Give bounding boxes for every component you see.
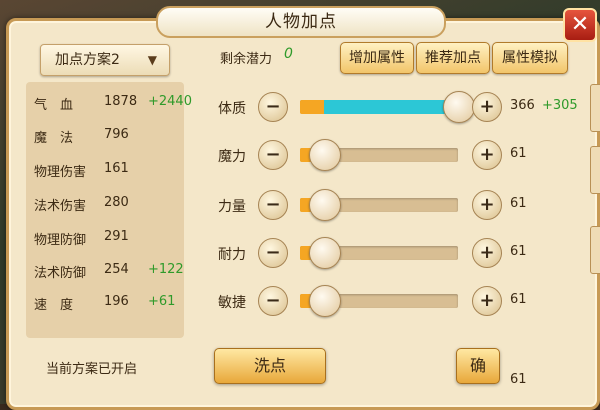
minus-button[interactable]: − [258, 286, 288, 316]
stat-row-phys-dmg: 物理伤害 161 [34, 161, 184, 181]
stat-bonus: +122 [148, 262, 184, 277]
stat-value: 1878 [104, 94, 138, 109]
side-tab-2[interactable] [590, 146, 600, 194]
close-button[interactable]: ✕ [563, 8, 597, 42]
attribute-slider[interactable] [300, 285, 458, 317]
stat-bonus: +2440 [148, 94, 192, 109]
plus-button[interactable]: + [472, 286, 502, 316]
stat-row-hp: 气 血 1878 +2440 [34, 94, 192, 114]
potential-label: 剩余潜力 [220, 52, 273, 67]
stat-name: 物理伤害 [34, 165, 87, 180]
attribute-value: 61 [510, 244, 527, 259]
attribute-name: 耐力 [218, 247, 246, 263]
stat-row-mp: 魔 法 796 [34, 127, 184, 147]
potential-value: 0 [284, 46, 293, 62]
extra-value: 61 [510, 372, 527, 387]
minus-button[interactable]: − [258, 190, 288, 220]
attribute-row-agility: 敏捷 − + 61 [216, 285, 586, 317]
stat-name: 物理防御 [34, 233, 87, 248]
confirm-button[interactable]: 确 [456, 348, 500, 384]
slider-added-fill [324, 100, 458, 114]
side-tab-3[interactable] [590, 226, 600, 274]
attribute-slider[interactable] [300, 139, 458, 171]
stat-value: 161 [104, 161, 129, 176]
attribute-bonus: +305 [542, 98, 578, 113]
attribute-row-constitution: 体质 − + 366 +305 [216, 91, 586, 123]
scheme-status: 当前方案已开启 [46, 362, 138, 377]
stat-row-phys-def: 物理防御 291 [34, 229, 184, 249]
attribute-name: 体质 [218, 101, 246, 117]
minus-button[interactable]: − [258, 92, 288, 122]
plus-button[interactable]: + [472, 92, 502, 122]
scheme-dropdown[interactable]: 加点方案2 ▼ [40, 44, 170, 76]
attribute-name: 力量 [218, 199, 246, 215]
attribute-name: 敏捷 [218, 295, 246, 311]
stat-row-magic-def: 法术防御 254 +122 [34, 262, 184, 282]
plus-button[interactable]: + [472, 238, 502, 268]
slider-base-fill [300, 100, 324, 114]
stat-value: 196 [104, 294, 129, 309]
minus-button[interactable]: − [258, 238, 288, 268]
stat-name: 法术伤害 [34, 199, 87, 214]
add-attribute-button[interactable]: 增加属性 [340, 42, 414, 74]
slider-knob[interactable] [309, 237, 341, 269]
attribute-row-magic: 魔力 − + 61 [216, 139, 586, 171]
stats-panel: 气 血 1878 +2440 魔 法 796 物理伤害 161 法术伤害 280… [26, 82, 192, 338]
stat-name: 魔 法 [34, 131, 74, 146]
stat-name: 法术防御 [34, 266, 87, 281]
slider-knob[interactable] [309, 285, 341, 317]
stat-value: 280 [104, 195, 129, 210]
plus-button[interactable]: + [472, 140, 502, 170]
minus-button[interactable]: − [258, 140, 288, 170]
stat-name: 速 度 [34, 298, 74, 313]
attribute-slider[interactable] [300, 91, 475, 123]
stat-name: 气 血 [34, 98, 74, 113]
attribute-slider[interactable] [300, 237, 458, 269]
scheme-dropdown-label: 加点方案2 [55, 52, 120, 68]
window-title: 人物加点 [156, 6, 446, 38]
stat-value: 254 [104, 262, 129, 277]
side-tab-1[interactable] [590, 84, 600, 132]
slider-knob[interactable] [309, 139, 341, 171]
attribute-value: 61 [510, 196, 527, 211]
slider-knob[interactable] [443, 91, 475, 123]
stat-value: 291 [104, 229, 129, 244]
attribute-row-endurance: 耐力 − + 61 [216, 237, 586, 269]
attribute-slider[interactable] [300, 189, 458, 221]
stat-bonus: +61 [148, 294, 176, 309]
stat-row-magic-dmg: 法术伤害 280 [34, 195, 184, 215]
attribute-row-strength: 力量 − + 61 [216, 189, 586, 221]
attribute-value: 366 [510, 98, 535, 113]
attribute-value: 61 [510, 146, 527, 161]
reset-points-button[interactable]: 洗点 [214, 348, 326, 384]
plus-button[interactable]: + [472, 190, 502, 220]
stat-row-speed: 速 度 196 +61 [34, 294, 184, 314]
stat-value: 796 [104, 127, 129, 142]
attribute-value: 61 [510, 292, 527, 307]
chevron-down-icon: ▼ [147, 53, 157, 67]
recommend-points-button[interactable]: 推荐加点 [416, 42, 490, 74]
simulate-attributes-button[interactable]: 属性模拟 [492, 42, 568, 74]
slider-knob[interactable] [309, 189, 341, 221]
attribute-name: 魔力 [218, 149, 246, 165]
